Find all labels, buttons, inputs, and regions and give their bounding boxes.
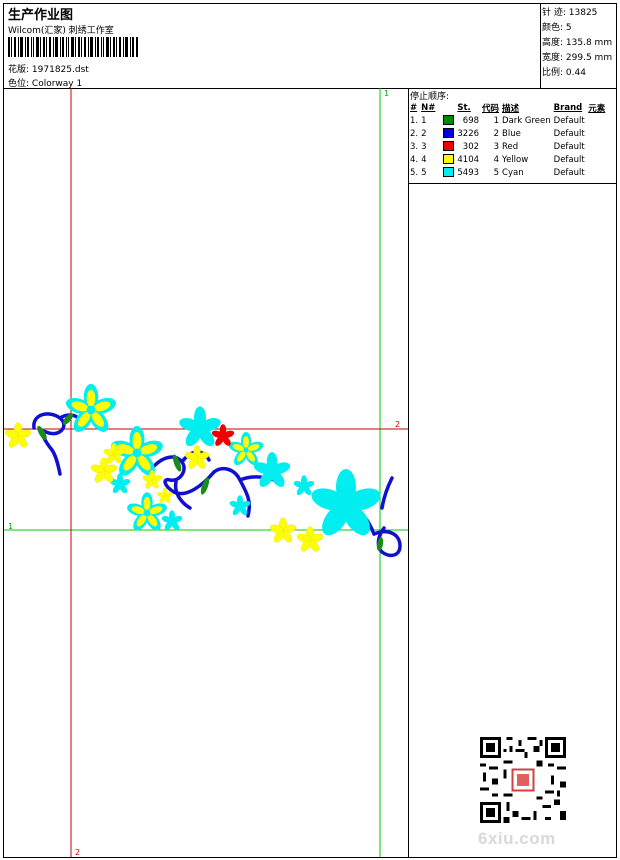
qr-code (480, 737, 566, 823)
col-element: 元素 (588, 103, 606, 114)
row-number: 5. (410, 167, 419, 178)
row-swatch (443, 140, 457, 153)
cyan-flower (227, 432, 265, 468)
panel-bottom-rule (408, 183, 617, 184)
color-swatch (443, 167, 455, 178)
row-stitches: 5493 (457, 167, 480, 178)
color-swatch (443, 141, 455, 152)
col-brand: Brand (553, 102, 583, 113)
guide-label-red-right: 2 (395, 420, 400, 429)
table-header: # N# St. 代码 描述 Brand 元素 (410, 101, 608, 114)
stat-scale: 比例: 0.44 (542, 68, 586, 78)
guide-label-green-top: 1 (384, 89, 389, 98)
guide-label-red-bottom: 2 (75, 848, 80, 857)
row-n: 5 (421, 167, 427, 178)
row-number: 2. (410, 128, 419, 139)
row-swatch (443, 127, 457, 140)
row-element (588, 153, 608, 166)
row-brand: Default (553, 167, 585, 178)
row-swatch (443, 166, 457, 179)
row-description: Yellow (502, 154, 529, 165)
cyan-flower (292, 475, 316, 497)
row-code: 2 (493, 128, 500, 139)
guide-label-green-left: 1 (8, 522, 13, 531)
watermark: 6xiu.com (478, 829, 556, 848)
row-code: 4 (493, 154, 500, 165)
row-n: 4 (421, 154, 427, 165)
row-stitches: 3226 (457, 128, 480, 139)
yellow-flower (4, 422, 33, 450)
stat-height: 高度: 135.8 mm (542, 38, 613, 48)
row-stitches: 4104 (457, 154, 480, 165)
stop-sequence-panel: 停止顺序: # N# St. 代码 描述 Brand 元素 1. 1 698 1 Dar… (409, 88, 617, 183)
stop-sequence-row: 1. 1 698 1 Dark Green Default (410, 114, 608, 127)
row-element (588, 114, 608, 127)
col-description: 描述 (502, 103, 520, 114)
header-divider (540, 4, 541, 88)
row-element (588, 140, 608, 153)
yellow-flower (268, 517, 298, 545)
stop-sequence-row: 3. 3 302 3 Red Default (410, 140, 608, 153)
design-stats: 针 迹: 13825 颜色: 5 高度: 135.8 mm 宽度: 299.5 … (542, 6, 612, 81)
stat-colors: 颜色: 5 (542, 23, 572, 33)
color-swatch (443, 154, 455, 165)
design-file: 花版: 1971825.dst (8, 65, 89, 75)
col-number: # (410, 102, 418, 113)
row-element (588, 166, 608, 179)
col-swatch (443, 101, 457, 114)
row-element (588, 127, 608, 140)
row-n: 3 (421, 141, 427, 152)
row-number: 4. (410, 154, 419, 165)
row-n: 1 (421, 115, 427, 126)
col-n-number: N# (421, 102, 436, 113)
yellow-flower (183, 445, 211, 471)
barcode (8, 37, 138, 57)
col-code: 代码 (482, 103, 500, 114)
stop-sequence-table: # N# St. 代码 描述 Brand 元素 1. 1 698 1 Dark Gree… (410, 101, 608, 179)
stop-sequence-row: 2. 2 3226 2 Blue Default (410, 127, 608, 140)
cyan-flower (252, 452, 292, 490)
col-stitches: St. (457, 102, 471, 113)
row-code: 1 (493, 115, 500, 126)
studio-name: Wilcom(汇家) 刺绣工作室 (8, 26, 114, 36)
row-number: 1. (410, 115, 419, 126)
stop-sequence-row: 5. 5 5493 5 Cyan Default (410, 166, 608, 179)
canvas-divider (408, 88, 409, 858)
row-n: 2 (421, 128, 427, 139)
row-description: Blue (502, 128, 521, 139)
row-code: 3 (493, 141, 500, 152)
row-swatch (443, 153, 457, 166)
row-brand: Default (553, 115, 585, 126)
stat-stitches: 针 迹: 13825 (542, 8, 598, 18)
embroidery-canvas: 1 1 2 2 (4, 88, 408, 857)
row-brand: Default (553, 141, 585, 152)
row-number: 3. (410, 141, 419, 152)
row-description: Cyan (502, 167, 524, 178)
stat-width: 宽度: 299.5 mm (542, 53, 613, 63)
row-description: Dark Green (502, 115, 551, 126)
yellow-flowers (4, 422, 325, 554)
page-title: 生产作业图 (8, 8, 74, 23)
row-stitches: 698 (462, 115, 480, 126)
row-code: 5 (493, 167, 500, 178)
cyan-flower (63, 383, 119, 436)
stop-sequence-row: 4. 4 4104 4 Yellow Default (410, 153, 608, 166)
row-brand: Default (553, 154, 585, 165)
row-description: Red (502, 141, 519, 152)
row-stitches: 302 (462, 141, 480, 152)
row-brand: Default (553, 128, 585, 139)
cyan-flower (160, 510, 184, 532)
color-swatch (443, 115, 455, 126)
row-swatch (443, 114, 457, 127)
color-swatch (443, 128, 455, 139)
